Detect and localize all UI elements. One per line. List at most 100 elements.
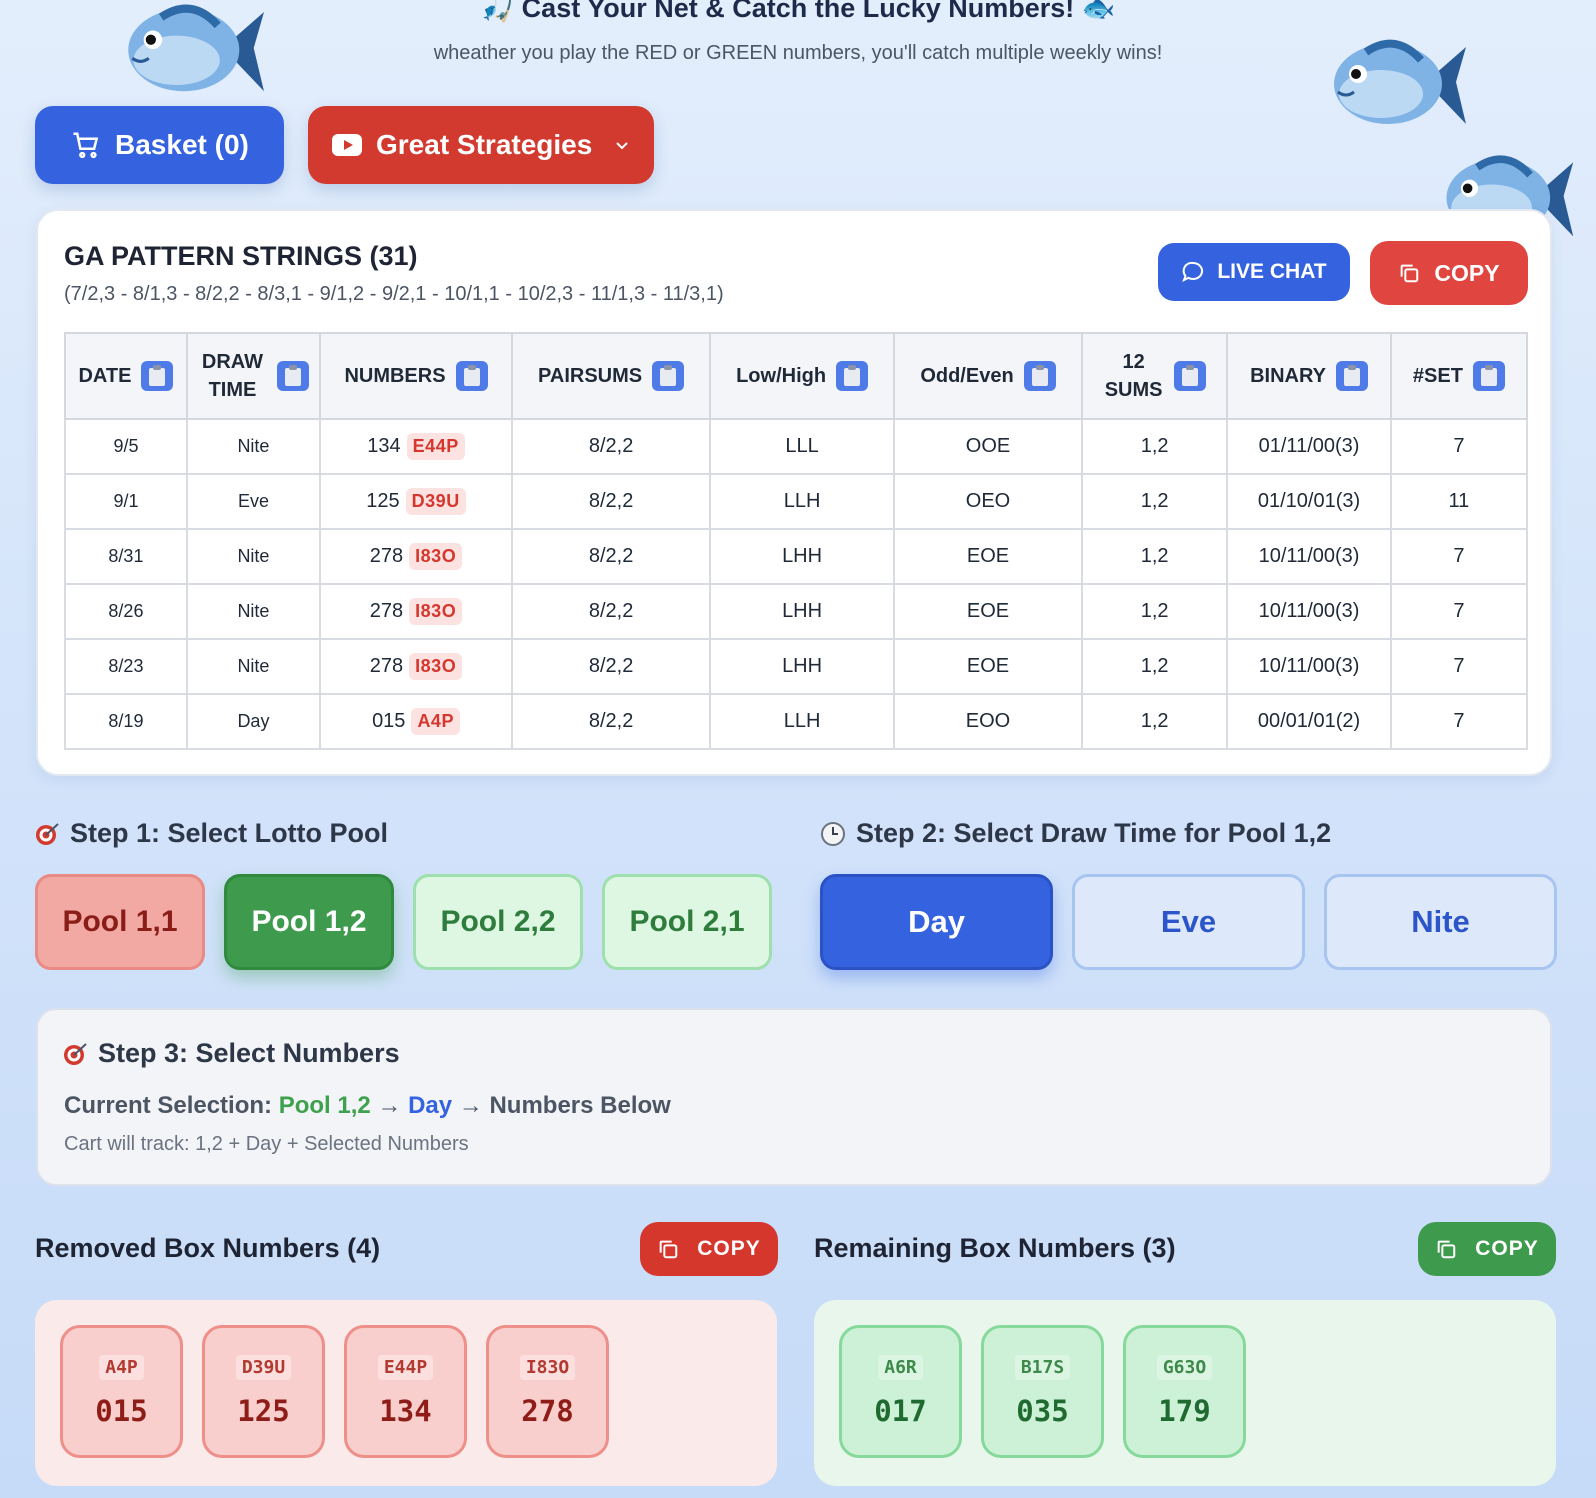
cell-sums: 1,2 xyxy=(1080,418,1229,475)
cell-numbers: 134 E44P xyxy=(318,418,514,475)
number-tag: E44P xyxy=(406,433,465,460)
chevron-down-icon xyxy=(616,142,629,150)
clipboard-icon[interactable] xyxy=(836,361,869,391)
live-chat-button[interactable]: LIVE CHAT xyxy=(1158,243,1350,301)
remaining-number-box[interactable]: G63O 179 xyxy=(1123,1325,1246,1458)
copy-pattern-button[interactable]: COPY xyxy=(1370,241,1528,305)
cell-lowhigh: LHH xyxy=(709,638,896,695)
cell-pairsums: 8/2,2 xyxy=(511,693,712,750)
cell-sums: 1,2 xyxy=(1080,473,1229,530)
step2-title: Step 2: Select Draw Time for Pool 1,2 xyxy=(820,818,1331,849)
copy-icon xyxy=(1401,264,1419,283)
copy-remaining-button[interactable]: COPY xyxy=(1418,1222,1556,1276)
clipboard-icon[interactable] xyxy=(1023,361,1056,391)
col-numbers: NUMBERS xyxy=(318,332,514,420)
step3-panel: Step 3: Select Numbers Current Selection… xyxy=(36,1008,1552,1186)
col-odd-even: Odd/Even xyxy=(893,332,1083,420)
current-selection: Current Selection: Pool 1,2 → Day → Numb… xyxy=(64,1092,671,1119)
cell-pairsums: 8/2,2 xyxy=(511,418,712,475)
table-row: 9/5 Nite 134 E44P 8/2,2 LLL OOE 1,2 01/11/00(3) 7 xyxy=(64,418,1529,475)
number-tag: A4P xyxy=(411,708,460,735)
cell-numbers: 278 I83O xyxy=(318,528,514,585)
cell-binary: 00/01/01(2) xyxy=(1226,693,1392,750)
cell-oddeven: EOE xyxy=(893,528,1083,585)
pattern-table: DATE DRAW TIME NUMBERS PAIRSUMS Low/High… xyxy=(64,332,1529,750)
clipboard-icon[interactable] xyxy=(1173,361,1206,391)
number-tag: D39U xyxy=(405,488,466,515)
cell-oddeven: OEO xyxy=(893,473,1083,530)
col-12-sums: 12 SUMS xyxy=(1080,332,1229,420)
clipboard-icon[interactable] xyxy=(141,361,174,391)
cell-set: 7 xyxy=(1389,693,1529,750)
pattern-title: GA PATTERN STRINGS (31) xyxy=(64,241,418,271)
page-title: 🎣 Cast Your Net & Catch the Lucky Number… xyxy=(480,0,1116,23)
draw-eve-button[interactable]: Eve xyxy=(1072,874,1305,970)
pool-1-1-button[interactable]: Pool 1,1 xyxy=(35,874,205,970)
removed-number-box[interactable]: I83O 278 xyxy=(486,1325,609,1458)
cell-date: 9/1 xyxy=(64,473,188,530)
cell-draw: Nite xyxy=(185,528,322,585)
cell-lowhigh: LLH xyxy=(709,693,896,750)
cell-date: 8/26 xyxy=(64,583,188,640)
cell-draw: Nite xyxy=(185,583,322,640)
col-low-high: Low/High xyxy=(709,332,896,420)
clipboard-icon[interactable] xyxy=(1472,361,1505,391)
selected-draw: Day xyxy=(408,1092,453,1119)
cell-sums: 1,2 xyxy=(1080,583,1229,640)
removed-number-box[interactable]: E44P 134 xyxy=(344,1325,467,1458)
col-date: DATE xyxy=(64,332,188,420)
removed-box-title: Removed Box Numbers (4) xyxy=(35,1233,381,1263)
clipboard-icon[interactable] xyxy=(455,361,488,391)
cell-lowhigh: LHH xyxy=(709,583,896,640)
youtube-icon xyxy=(332,134,362,156)
selected-pool: Pool 1,2 xyxy=(278,1092,371,1119)
cell-numbers: 278 I83O xyxy=(318,638,514,695)
clipboard-icon[interactable] xyxy=(277,361,310,391)
basket-button[interactable]: Basket (0) xyxy=(35,106,284,184)
table-row: 8/19 Day 015 A4P 8/2,2 LLH EOO 1,2 00/01/01(2) 7 xyxy=(64,693,1529,750)
removed-number-box[interactable]: A4P 015 xyxy=(60,1325,183,1458)
removed-number-box[interactable]: D39U 125 xyxy=(202,1325,325,1458)
remaining-numbers-panel: A6R 017 B17S 035 G63O 179 xyxy=(814,1300,1556,1486)
cell-sums: 1,2 xyxy=(1080,638,1229,695)
cell-draw: Nite xyxy=(185,638,322,695)
cell-set: 7 xyxy=(1389,528,1529,585)
copy-pattern-label: COPY xyxy=(1434,259,1500,286)
table-row: 8/26 Nite 278 I83O 8/2,2 LHH EOE 1,2 10/11/00(3)… xyxy=(64,583,1529,640)
clock-icon xyxy=(821,821,845,846)
cell-set: 7 xyxy=(1389,583,1529,640)
cell-binary: 10/11/00(3) xyxy=(1226,583,1392,640)
cart-icon xyxy=(73,132,99,159)
draw-nite-button[interactable]: Nite xyxy=(1324,874,1557,970)
remaining-box-title: Remaining Box Numbers (3) xyxy=(814,1233,1176,1263)
pool-2-2-button[interactable]: Pool 2,2 xyxy=(413,874,583,970)
cell-sums: 1,2 xyxy=(1080,528,1229,585)
remaining-number-box[interactable]: A6R 017 xyxy=(839,1325,962,1458)
great-strategies-button[interactable]: Great Strategies xyxy=(308,106,654,184)
cell-date: 8/31 xyxy=(64,528,188,585)
table-row: 8/31 Nite 278 I83O 8/2,2 LHH EOE 1,2 10/11/00(3)… xyxy=(64,528,1529,585)
clipboard-icon[interactable] xyxy=(1336,361,1368,391)
cell-binary: 10/11/00(3) xyxy=(1226,528,1392,585)
cell-oddeven: EOO xyxy=(893,693,1083,750)
cell-pairsums: 8/2,2 xyxy=(511,473,712,530)
cell-lowhigh: LLH xyxy=(709,473,896,530)
cart-tracking-text: Cart will track: 1,2 + Day + Selected Nu… xyxy=(64,1133,469,1155)
cell-numbers: 125 D39U xyxy=(318,473,514,530)
clipboard-icon[interactable] xyxy=(652,361,685,391)
step3-title: Step 3: Select Numbers xyxy=(62,1038,400,1069)
col-pairsums: PAIRSUMS xyxy=(511,332,712,420)
cell-draw: Nite xyxy=(185,418,322,475)
copy-removed-button[interactable]: COPY xyxy=(640,1222,778,1276)
col-binary: BINARY xyxy=(1226,332,1392,420)
pool-1-2-button[interactable]: Pool 1,2 xyxy=(224,874,394,970)
great-strategies-label: Great Strategies xyxy=(376,129,593,160)
cell-lowhigh: LHH xyxy=(709,528,896,585)
page-subtitle: wheather you play the RED or GREEN numbe… xyxy=(433,42,1163,64)
pattern-subtitle: (7/2,3 - 8/1,3 - 8/2,2 - 8/3,1 - 9/1,2 -… xyxy=(64,283,724,305)
copy-icon xyxy=(659,1240,678,1259)
pool-2-1-button[interactable]: Pool 2,1 xyxy=(602,874,772,970)
draw-day-button[interactable]: Day xyxy=(820,874,1053,970)
cell-set: 7 xyxy=(1389,418,1529,475)
remaining-number-box[interactable]: B17S 035 xyxy=(981,1325,1104,1458)
